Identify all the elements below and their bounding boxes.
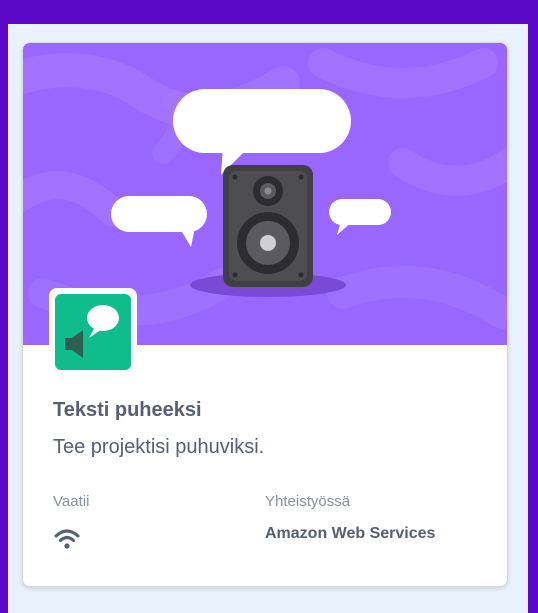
- extension-title: Teksti puheeksi: [53, 399, 202, 421]
- collaborator-name: Amazon Web Services: [265, 525, 436, 542]
- requires-label: Vaatii: [53, 493, 90, 510]
- extension-library-panel: Teksti puheeksi Tee projektisi puhuviksi…: [8, 24, 528, 613]
- extension-icon-frame: [49, 288, 137, 376]
- speech-bubble-speaker-icon: [55, 294, 131, 370]
- wifi-icon: [53, 527, 81, 551]
- extension-description: Tee projektisi puhuviksi.: [53, 436, 265, 458]
- extension-card-text-to-speech[interactable]: Teksti puheeksi Tee projektisi puhuviksi…: [22, 42, 508, 587]
- collaboration-label: Yhteistyössä: [265, 493, 351, 510]
